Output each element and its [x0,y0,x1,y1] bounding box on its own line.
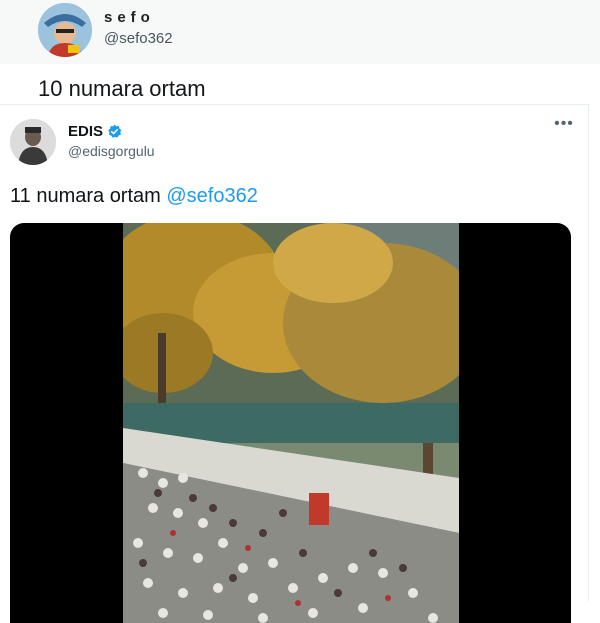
tweet-text: 11 numara ortam @sefo362 [10,185,258,208]
quoted-tweet[interactable]: EDIS @edisgorgulu ••• 11 numara ortam @s… [0,104,589,623]
display-name[interactable]: sefo [104,9,155,26]
avatar-image [10,119,56,165]
display-name-row[interactable]: EDIS [68,123,122,140]
avatar-image [38,3,92,57]
tweet-text: 10 numara ortam [38,76,206,101]
avatar[interactable] [38,3,92,57]
tweet-text-plain: 11 numara ortam [10,185,167,207]
display-name[interactable]: EDIS [68,123,103,140]
mention-link[interactable]: @sefo362 [166,185,257,207]
user-handle[interactable]: @sefo362 [104,30,173,47]
ellipsis-icon[interactable]: ••• [552,116,576,135]
retweet-header: sefo @sefo362 [0,0,600,64]
video-frame [123,223,459,623]
video-player[interactable] [10,223,571,623]
avatar[interactable] [10,119,56,165]
user-handle[interactable]: @edisgorgulu [68,143,155,159]
verified-badge-icon [107,124,122,139]
